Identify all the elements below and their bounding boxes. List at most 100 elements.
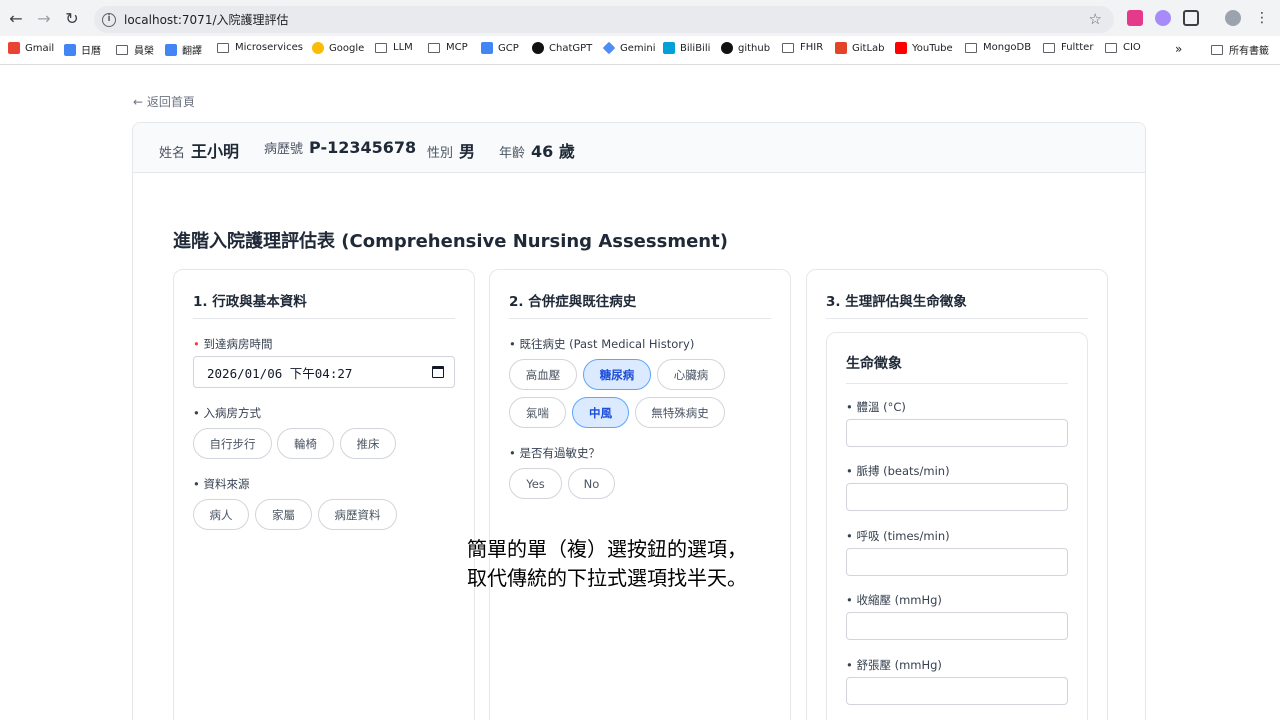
option-hypertension[interactable]: 高血壓 [509, 359, 577, 390]
bookmark-folder[interactable]: Microservices [217, 42, 303, 53]
bookmark-folder[interactable]: FHIR [782, 42, 823, 53]
option-no-history[interactable]: 無特殊病史 [635, 397, 725, 428]
browser-toolbar: ← → ↻ i localhost:7071/入院護理評估 ☆ ⋮ [0, 0, 1280, 36]
forward-arrow-icon[interactable]: → [34, 8, 54, 28]
arrival-time-label: • 到達病房時間 [193, 337, 273, 351]
bookmark-gcp[interactable]: GCP [481, 42, 519, 54]
bookmark-folder[interactable]: MCP [428, 42, 468, 53]
calendar-icon[interactable] [432, 366, 444, 378]
folder-icon [965, 42, 977, 53]
info-source-label: • 資料來源 [193, 477, 250, 491]
option-family[interactable]: 家屬 [255, 499, 312, 530]
extension-brain-icon[interactable] [1155, 10, 1171, 26]
github-icon [721, 42, 733, 54]
past-history-label: • 既往病史 (Past Medical History) [509, 337, 695, 351]
bookmark-calendar[interactable]: 日曆 [64, 42, 101, 57]
extension-translate-icon[interactable] [1127, 10, 1143, 26]
bookmark-folder[interactable]: LLM [375, 42, 413, 53]
option-allergy-no[interactable]: No [568, 468, 615, 499]
extensions-puzzle-icon[interactable] [1183, 10, 1199, 26]
pulse-label: • 脈搏 (beats/min) [846, 464, 950, 478]
subtitle-line-2: 取代傳統的下拉式選項找半天。 [467, 566, 747, 590]
respiration-label: • 呼吸 (times/min) [846, 529, 950, 543]
bookmarks-bar: Gmail 日曆 員榮 翻譯 Microservices Google LLM … [0, 36, 1280, 65]
admit-method-label: • 入病房方式 [193, 406, 261, 420]
option-stretcher[interactable]: 推床 [340, 428, 396, 459]
section-admin: 1. 行政與基本資料 • 到達病房時間 2026/01/06 下午04:27 •… [173, 269, 475, 720]
bookmark-gmail[interactable]: Gmail [8, 42, 54, 54]
gmail-icon [8, 42, 20, 54]
reload-icon[interactable]: ↻ [62, 8, 82, 28]
back-to-home-link[interactable]: ← 返回首頁 [133, 93, 195, 110]
chatgpt-icon [532, 42, 544, 54]
form-title: 進階入院護理評估表 (Comprehensive Nursing Assessm… [173, 231, 728, 252]
patient-age: 年齡 46 歲 [499, 142, 575, 161]
back-arrow-icon[interactable]: ← [6, 8, 26, 28]
bookmark-translate[interactable]: 翻譯 [165, 42, 202, 57]
gcp-icon [481, 42, 493, 54]
option-allergy-yes[interactable]: Yes [509, 468, 562, 499]
site-info-icon[interactable]: i [102, 12, 116, 27]
option-heart-disease[interactable]: 心臟病 [657, 359, 725, 390]
systolic-input[interactable] [846, 612, 1068, 640]
section-title: 2. 合併症與既往病史 [509, 290, 771, 319]
assessment-card: 姓名 王小明 病歷號 P-12345678 性別男 年齡 46 歲 進階入院護理評估表… [132, 122, 1146, 720]
translate-icon [165, 43, 177, 56]
temperature-label: • 體溫 (°C) [846, 400, 906, 414]
folder-icon [1043, 42, 1055, 53]
bookmark-folder[interactable]: CIO [1105, 42, 1141, 53]
bookmark-gemini[interactable]: Gemini [602, 41, 656, 55]
diastolic-input[interactable] [846, 677, 1068, 705]
patient-info-bar: 姓名 王小明 病歷號 P-12345678 性別男 年齡 46 歲 [133, 123, 1145, 173]
option-diabetes[interactable]: 糖尿病 [583, 359, 651, 390]
folder-icon [116, 44, 128, 55]
bookmark-star-icon[interactable]: ☆ [1089, 10, 1102, 28]
folder-icon [217, 42, 229, 53]
section-title: 3. 生理評估與生命徵象 [826, 290, 1088, 319]
section-history: 2. 合併症與既往病史 • 既往病史 (Past Medical History… [489, 269, 791, 720]
bilibili-icon [663, 42, 675, 54]
option-stroke[interactable]: 中風 [572, 397, 629, 428]
option-asthma[interactable]: 氣喘 [509, 397, 566, 428]
youtube-icon [895, 42, 907, 54]
google-icon [312, 42, 324, 54]
menu-kebab-icon[interactable]: ⋮ [1252, 8, 1272, 28]
option-wheelchair[interactable]: 輪椅 [277, 428, 334, 459]
bookmark-folder[interactable]: 員榮 [116, 42, 154, 57]
allergy-label: • 是否有過敏史？ [509, 446, 600, 460]
bookmarks-overflow-icon[interactable]: » [1175, 42, 1182, 56]
profile-avatar[interactable] [1225, 10, 1241, 26]
systolic-label: • 收縮壓 (mmHg) [846, 593, 942, 607]
section-vitals: 3. 生理評估與生命徵象 生命徵象 • 體溫 (°C) • 脈搏 (beats/… [806, 269, 1108, 720]
arrival-time-input[interactable]: 2026/01/06 下午04:27 [193, 356, 455, 388]
respiration-input[interactable] [846, 548, 1068, 576]
bookmark-all[interactable]: 所有書籤 [1211, 42, 1269, 57]
url-text: localhost:7071/入院護理評估 [124, 13, 289, 27]
bookmark-chatgpt[interactable]: ChatGPT [532, 42, 592, 54]
bookmark-folder[interactable]: Fultter [1043, 42, 1093, 53]
folder-icon [1211, 44, 1223, 55]
gemini-icon [602, 41, 616, 55]
folder-icon [375, 42, 387, 53]
bookmark-github[interactable]: github [721, 42, 770, 54]
patient-mrn: 病歷號 P-12345678 [264, 138, 417, 157]
bookmark-folder[interactable]: MongoDB [965, 42, 1031, 53]
patient-name: 姓名 王小明 [159, 142, 240, 161]
section-title: 1. 行政與基本資料 [193, 290, 455, 319]
calendar-icon [64, 43, 76, 56]
address-bar[interactable]: i localhost:7071/入院護理評估 ☆ [94, 6, 1114, 33]
bookmark-google[interactable]: Google [312, 42, 364, 54]
option-medical-records[interactable]: 病歷資料 [318, 499, 397, 530]
bookmark-bilibili[interactable]: BiliBili [663, 42, 710, 54]
folder-icon [428, 42, 440, 53]
folder-icon [1105, 42, 1117, 53]
bookmark-youtube[interactable]: YouTube [895, 42, 953, 54]
temperature-input[interactable] [846, 419, 1068, 447]
bookmark-gitlab[interactable]: GitLab [835, 42, 885, 54]
pulse-input[interactable] [846, 483, 1068, 511]
option-walk[interactable]: 自行步行 [193, 428, 272, 459]
required-marker: • [193, 337, 200, 351]
folder-icon [782, 42, 794, 53]
option-patient[interactable]: 病人 [193, 499, 249, 530]
diastolic-label: • 舒張壓 (mmHg) [846, 658, 942, 672]
